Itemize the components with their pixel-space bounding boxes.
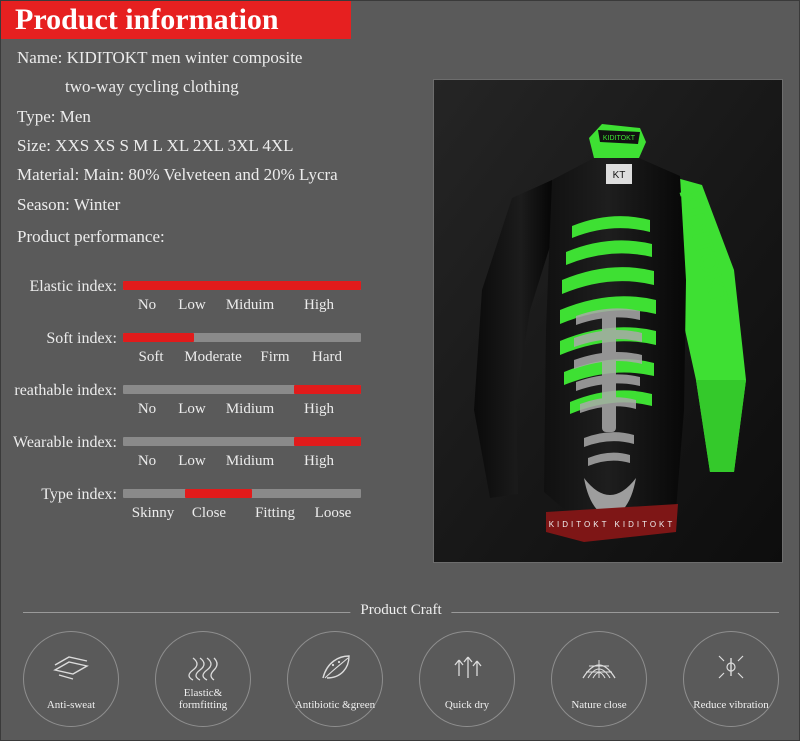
performance-heading: Product performance: — [17, 227, 165, 247]
index-bar-track-soft — [123, 333, 361, 342]
tick-label: No — [137, 453, 157, 469]
leaf-icon — [322, 655, 350, 679]
index-bar-track-breathable — [123, 385, 361, 394]
craft-item-antibiotic-green: Antibiotic &green — [287, 631, 383, 727]
fabric-layers-icon — [53, 656, 89, 680]
tick-label: Firm — [260, 349, 290, 365]
craft-label: Reduce vibration — [693, 699, 769, 712]
craft-divider: Product Craft — [23, 602, 779, 619]
vibration-icon — [718, 655, 744, 679]
index-row-wearable: Wearable index: No Low Midium High — [1, 429, 421, 481]
tick-label: Low — [178, 453, 206, 469]
craft-label: Nature close — [571, 699, 627, 712]
tick-label: No — [137, 297, 157, 313]
tick-label: Moderate — [184, 349, 242, 365]
index-ticks-elastic: No Low Miduim High — [123, 297, 361, 319]
index-bar-fill-wearable — [294, 437, 361, 446]
craft-label: Anti-sweat — [46, 699, 96, 712]
spec-line-season: Season: Winter — [17, 194, 121, 214]
index-bar-track-wearable — [123, 437, 361, 446]
craft-label: Antibiotic &green — [294, 699, 376, 712]
tick-label: Fitting — [254, 505, 295, 521]
craft-item-anti-sweat: Anti-sweat — [23, 631, 119, 727]
tick-label: Loose — [314, 505, 352, 521]
index-row-breathable: reathable index: No Low Midium High — [1, 377, 421, 429]
divider-line-left — [23, 612, 353, 613]
specification-list: Name: KIDITOKT men winter composite two-… — [17, 45, 417, 254]
craft-label: Elastic& formfitting — [178, 686, 228, 712]
index-bar-fill-type — [184, 489, 252, 498]
craft-section-title: Product Craft — [350, 602, 452, 619]
product-info-page: Product information Name: KIDITOKT men w… — [0, 0, 800, 741]
spec-line-material: Material: Main: 80% Velveteen and 20% Ly… — [17, 165, 338, 185]
product-photo: KIDITOKT KT KIDITOKT KIDITOKT KIDITOKT — [433, 79, 783, 563]
divider-line-right — [449, 612, 779, 613]
index-bar-fill-soft — [123, 333, 195, 342]
tick-label: Soft — [138, 349, 164, 365]
craft-item-reduce-vibration: Reduce vibration — [683, 631, 779, 727]
index-label-wearable: Wearable index: — [13, 434, 117, 451]
index-label-type: Type index: — [41, 486, 117, 503]
tick-label: High — [304, 453, 334, 469]
tick-label: Low — [178, 401, 206, 417]
tick-label: Miduim — [225, 297, 275, 313]
index-ticks-breathable: No Low Midium High — [123, 401, 361, 423]
evaporation-arrows-icon — [454, 656, 482, 678]
index-row-soft: Soft index: Soft Moderate Firm Hard — [1, 325, 421, 377]
index-row-type: Type index: Skinny Close Fitting Loose — [1, 481, 421, 533]
tick-label: Close — [191, 505, 227, 521]
tick-label: No — [137, 401, 157, 417]
header-banner: Product information — [1, 1, 351, 39]
tick-label: Low — [178, 297, 206, 313]
tick-label: Midium — [225, 401, 275, 417]
spec-line-size: Size: XXS XS S M L XL 2XL 3XL 4XL — [17, 136, 294, 156]
tick-label: High — [304, 401, 334, 417]
tick-label: High — [304, 297, 334, 313]
spec-line-name-cont: two-way cycling clothing — [65, 77, 239, 97]
tick-label: Skinny — [131, 505, 175, 521]
index-row-elastic: Elastic index: No Low Miduim High — [1, 273, 421, 325]
tick-label: Hard — [312, 349, 342, 365]
craft-item-nature-close: Nature close — [551, 631, 647, 727]
stretch-lines-icon — [188, 657, 218, 681]
index-ticks-wearable: No Low Midium High — [123, 453, 361, 475]
spec-line-type: Type: Men — [17, 106, 91, 126]
index-bar-track-type — [123, 489, 361, 498]
spec-line-name: Name: KIDITOKT men winter composite — [17, 48, 303, 67]
index-bar-fill-breathable — [294, 385, 361, 394]
craft-feature-list: Anti-sweat Elastic& formfitting Antibiot… — [23, 631, 779, 731]
craft-item-quick-dry: Quick dry — [419, 631, 515, 727]
performance-index-list: Elastic index: No Low Miduim High Soft i… — [1, 273, 421, 533]
svg-text:KT: KT — [613, 170, 626, 181]
tick-label: Midium — [225, 453, 275, 469]
index-label-soft: Soft index: — [46, 330, 117, 347]
index-ticks-type: Skinny Close Fitting Loose — [123, 505, 361, 527]
page-title: Product information — [15, 3, 279, 36]
cycling-jersey-illustration: KIDITOKT KT KIDITOKT KIDITOKT KIDITOKT — [434, 80, 782, 562]
index-label-elastic: Elastic index: — [29, 278, 117, 295]
svg-text:KIDITOKT: KIDITOKT — [603, 135, 636, 142]
index-bar-track-elastic — [123, 281, 361, 290]
index-ticks-soft: Soft Moderate Firm Hard — [123, 349, 361, 371]
craft-item-elastic-formfitting: Elastic& formfitting — [155, 631, 251, 727]
index-bar-fill-elastic — [123, 281, 361, 290]
web-net-icon — [582, 660, 616, 679]
index-label-breathable: reathable index: — [14, 382, 117, 399]
svg-text:KIDITOKT KIDITOKT: KIDITOKT KIDITOKT — [549, 520, 676, 529]
craft-label: Quick dry — [444, 699, 490, 712]
